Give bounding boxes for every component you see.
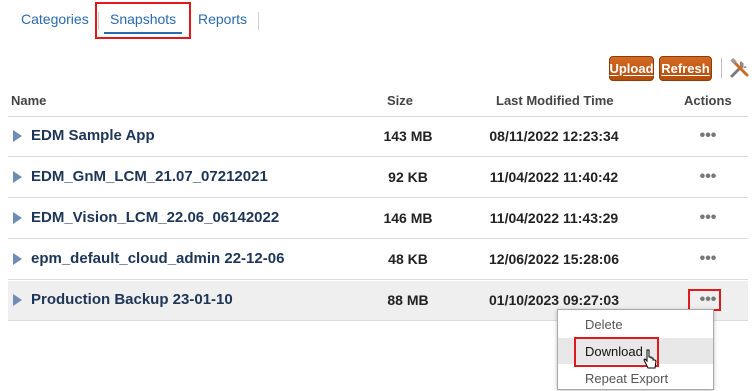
menu-item-label: Repeat Export <box>585 371 669 386</box>
expand-triangle-icon[interactable] <box>13 294 22 306</box>
active-tab-indicator <box>104 32 182 34</box>
column-header-size[interactable]: Size <box>387 93 413 108</box>
tools-icon[interactable] <box>729 57 751 79</box>
table-row[interactable]: EDM Sample App 143 MB 08/11/2022 12:23:3… <box>8 117 748 157</box>
upload-button[interactable]: Upload <box>609 56 654 81</box>
menu-item-label: Download <box>585 344 643 359</box>
snapshot-modified: 11/04/2022 11:43:29 <box>489 210 619 226</box>
column-header-last-modified[interactable]: Last Modified Time <box>496 93 614 108</box>
snapshot-name: EDM Sample App <box>31 127 155 144</box>
row-actions-menu-icon[interactable]: ••• <box>691 290 725 310</box>
snapshot-name: epm_default_cloud_admin 22-12-06 <box>31 250 285 267</box>
toolbar-separator <box>721 58 722 78</box>
menu-item-download[interactable]: Download <box>558 338 713 364</box>
snapshot-name: EDM_Vision_LCM_22.06_06142022 <box>31 209 280 226</box>
menu-item-label: Delete <box>585 317 623 332</box>
menu-item-delete[interactable]: Delete <box>558 311 713 337</box>
row-actions-menu-icon[interactable]: ••• <box>691 167 725 187</box>
tab-categories[interactable]: Categories <box>21 11 89 27</box>
row-actions-menu-icon[interactable]: ••• <box>691 249 725 269</box>
snapshot-modified: 01/10/2023 09:27:03 <box>489 292 619 308</box>
row-actions-menu-icon[interactable]: ••• <box>691 208 725 228</box>
snapshot-modified: 08/11/2022 12:23:34 <box>489 128 619 144</box>
expand-triangle-icon[interactable] <box>13 212 22 224</box>
row-actions-menu-icon[interactable]: ••• <box>691 126 725 146</box>
snapshot-name: EDM_GnM_LCM_21.07_07212021 <box>31 168 268 185</box>
tab-separator <box>189 12 190 30</box>
column-header-name[interactable]: Name <box>11 93 46 108</box>
snapshot-size: 143 MB <box>383 128 433 144</box>
upload-button-label: Upload <box>609 61 654 76</box>
tab-snapshots[interactable]: Snapshots <box>110 11 176 27</box>
tab-separator <box>98 12 99 30</box>
table-row[interactable]: EDM_GnM_LCM_21.07_07212021 92 KB 11/04/2… <box>8 158 748 198</box>
snapshot-size: 92 KB <box>388 169 428 185</box>
refresh-button[interactable]: Refresh <box>659 56 712 81</box>
table-row[interactable]: EDM_Vision_LCM_22.06_06142022 146 MB 11/… <box>8 199 748 239</box>
column-header-actions: Actions <box>684 93 732 108</box>
menu-item-repeat-export[interactable]: Repeat Export <box>558 365 713 391</box>
refresh-button-label: Refresh <box>661 61 710 76</box>
actions-context-menu: Delete Download Repeat Export <box>557 309 714 390</box>
snapshot-size: 146 MB <box>383 210 433 226</box>
tab-reports[interactable]: Reports <box>198 11 247 27</box>
tab-bar: Categories Snapshots Reports <box>0 0 755 40</box>
expand-triangle-icon[interactable] <box>13 130 22 142</box>
table-row[interactable]: epm_default_cloud_admin 22-12-06 48 KB 1… <box>8 240 748 280</box>
expand-triangle-icon[interactable] <box>13 253 22 265</box>
snapshot-modified: 12/06/2022 15:28:06 <box>489 251 619 267</box>
expand-triangle-icon[interactable] <box>13 171 22 183</box>
snapshot-modified: 11/04/2022 11:40:42 <box>489 169 619 185</box>
snapshot-size: 48 KB <box>388 251 428 267</box>
snapshot-name: Production Backup 23-01-10 <box>31 291 233 308</box>
tab-separator <box>258 12 259 30</box>
snapshot-size: 88 MB <box>387 292 429 308</box>
